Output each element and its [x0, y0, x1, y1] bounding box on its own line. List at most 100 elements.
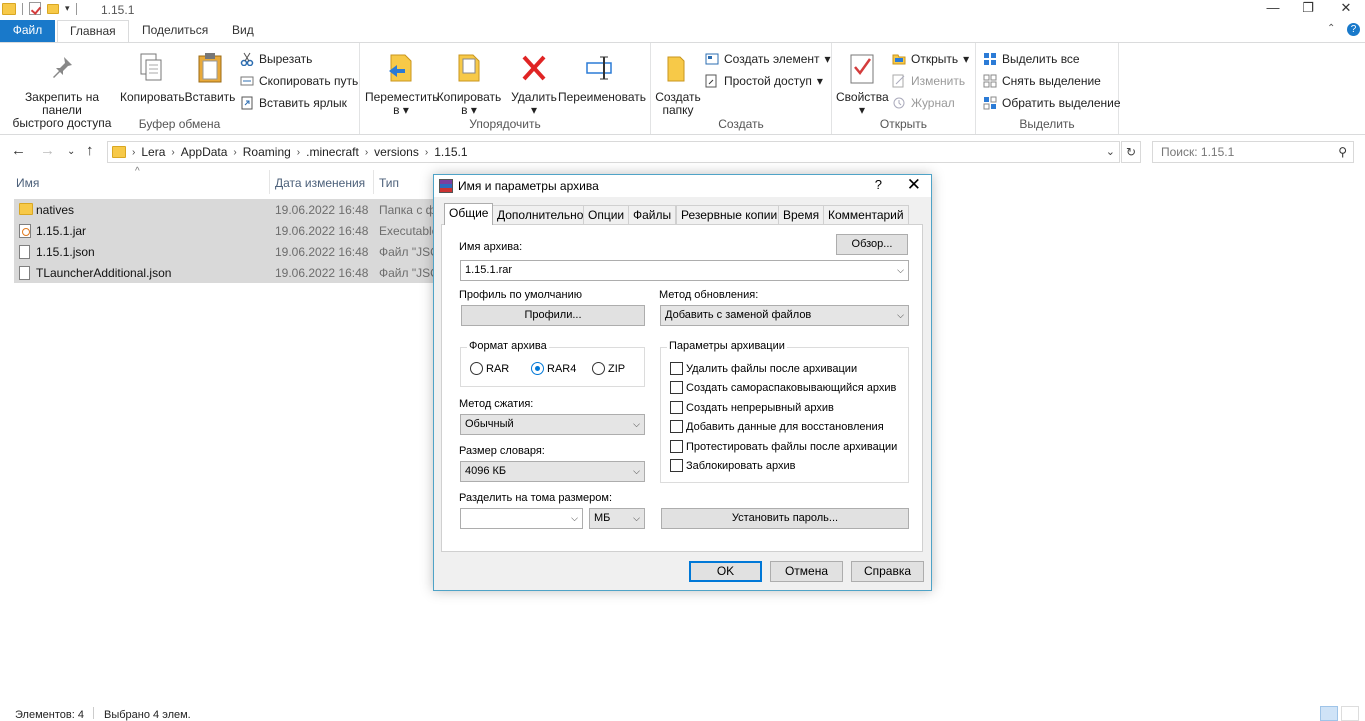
address-bar[interactable]: › Lera › AppData › Roaming › .minecraft …	[107, 141, 1120, 163]
new-folder-icon[interactable]	[47, 3, 59, 14]
breadcrumb-appdata[interactable]: AppData	[175, 145, 234, 159]
up-arrow-icon[interactable]: ↑	[86, 142, 94, 159]
jar-icon	[19, 224, 31, 241]
test-checkbox[interactable]: Протестировать файлы после архивации	[670, 440, 897, 453]
solid-checkbox[interactable]: Создать непрерывный архив	[670, 401, 834, 414]
properties-icon[interactable]	[29, 2, 41, 15]
browse-button[interactable]: Обзор...	[836, 234, 908, 255]
copy-to-button[interactable]: Копировать в ▾	[436, 47, 502, 117]
column-divider[interactable]	[373, 170, 374, 194]
tab-file[interactable]: Файл	[0, 20, 55, 42]
breadcrumb-lera[interactable]: Lera	[135, 145, 171, 159]
column-divider[interactable]	[269, 170, 270, 194]
split-volumes-input[interactable]: ⌵	[460, 508, 583, 529]
help-icon[interactable]: ?	[1347, 23, 1360, 36]
customize-toolbar-icon[interactable]: ▾	[65, 3, 70, 14]
column-type[interactable]: Тип	[379, 176, 399, 190]
dialog-tab-backup[interactable]: Резервные копии	[676, 205, 783, 225]
open-button[interactable]: Открыть ▾	[892, 50, 969, 68]
column-date[interactable]: Дата изменения	[275, 176, 365, 190]
chevron-down-icon[interactable]: ⌵	[897, 261, 904, 280]
file-row[interactable]: natives 19.06.2022 16:48 Папка с фа	[14, 199, 442, 220]
dialog-tab-advanced[interactable]: Дополнительно	[492, 205, 589, 225]
compression-method-label: Метод сжатия:	[459, 398, 534, 410]
split-volumes-label: Разделить на тома размером:	[459, 492, 613, 504]
set-password-button[interactable]: Установить пароль...	[661, 508, 909, 529]
recent-locations-icon[interactable]: ⌄	[67, 146, 75, 157]
chevron-down-icon[interactable]: ⌵	[897, 306, 904, 325]
back-arrow-icon[interactable]: ←	[11, 142, 26, 159]
profiles-button[interactable]: Профили...	[461, 305, 645, 326]
details-view-icon[interactable]	[1320, 706, 1338, 721]
format-rar-radio[interactable]: RAR	[470, 362, 509, 375]
copy-button[interactable]: Копировать	[120, 47, 185, 104]
invert-selection-button[interactable]: Обратить выделение	[983, 94, 1121, 112]
dialog-tab-general[interactable]: Общие	[444, 203, 494, 225]
breadcrumb-versions[interactable]: versions	[368, 145, 425, 159]
history-button[interactable]: Журнал	[892, 94, 955, 112]
column-name[interactable]: Имя	[16, 176, 39, 190]
copy-path-button[interactable]: Скопировать путь	[240, 72, 358, 90]
dialog-tab-time[interactable]: Время	[778, 205, 825, 225]
tab-home[interactable]: Главная	[57, 20, 129, 43]
dialog-tab-comment[interactable]: Комментарий	[823, 205, 909, 225]
recovery-checkbox[interactable]: Добавить данные для восстановления	[670, 420, 884, 433]
chevron-down-icon[interactable]: ⌵	[633, 462, 640, 481]
file-row[interactable]: 1.15.1.jar 19.06.2022 16:48 Executable	[14, 220, 438, 241]
breadcrumb-current[interactable]: 1.15.1	[428, 145, 473, 159]
tab-view[interactable]: Вид	[220, 20, 266, 42]
paste-shortcut-button[interactable]: Вставить ярлык	[240, 94, 347, 112]
edit-button[interactable]: Изменить	[892, 72, 965, 90]
chevron-down-icon[interactable]: ⌵	[633, 415, 640, 434]
breadcrumb-roaming[interactable]: Roaming	[237, 145, 297, 159]
archive-name-input[interactable]: 1.15.1.rar ⌵	[460, 260, 909, 281]
sfx-checkbox[interactable]: Создать самораспаковывающийся архив	[670, 381, 896, 394]
cut-button[interactable]: Вырезать	[240, 50, 312, 68]
delete-after-checkbox[interactable]: Удалить файлы после архивации	[670, 362, 857, 375]
chevron-down-icon[interactable]: ⌵	[571, 509, 578, 528]
file-row[interactable]: 1.15.1.json 19.06.2022 16:48 Файл "JSO	[14, 241, 439, 262]
breadcrumb-minecraft[interactable]: .minecraft	[300, 145, 365, 159]
move-to-button[interactable]: Переместить в ▾	[365, 47, 439, 117]
large-icons-view-icon[interactable]	[1341, 706, 1359, 721]
format-rar4-radio[interactable]: RAR4	[531, 362, 576, 375]
easy-access-button[interactable]: Простой доступ ▾	[705, 72, 823, 90]
update-method-select[interactable]: Добавить с заменой файлов ⌵	[660, 305, 909, 326]
chevron-down-icon[interactable]: ⌵	[633, 509, 640, 528]
minimize-button[interactable]: —	[1255, 0, 1291, 18]
paste-button[interactable]: Вставить	[184, 47, 236, 104]
help-button[interactable]: Справка	[851, 561, 924, 582]
cancel-button[interactable]: Отмена	[770, 561, 843, 582]
delete-icon	[518, 51, 550, 85]
select-all-button[interactable]: Выделить все	[983, 50, 1080, 68]
dictionary-size-select[interactable]: 4096 КБ ⌵	[460, 461, 645, 482]
new-folder-button[interactable]: Создать папку	[655, 47, 701, 117]
close-button[interactable]: ✕	[1328, 0, 1364, 18]
properties-button[interactable]: Свойства ▾	[836, 47, 889, 117]
file-row[interactable]: TLauncherAdditional.json 19.06.2022 16:4…	[14, 262, 439, 283]
format-zip-radio[interactable]: ZIP	[592, 362, 625, 375]
dialog-tab-options[interactable]: Опции	[583, 205, 630, 225]
lock-checkbox[interactable]: Заблокировать архив	[670, 459, 795, 472]
dialog-tab-files[interactable]: Файлы	[628, 205, 677, 225]
open-group-label: Открыть	[879, 117, 928, 131]
search-input[interactable]: Поиск: 1.15.1 ⚲	[1152, 141, 1354, 163]
select-none-button[interactable]: Снять выделение	[983, 72, 1101, 90]
dialog-help-button[interactable]: ?	[875, 177, 882, 192]
forward-arrow-icon[interactable]: →	[40, 142, 55, 159]
chevron-down-icon[interactable]: ⌄	[1106, 145, 1115, 158]
refresh-icon[interactable]: ↻	[1121, 141, 1141, 163]
compression-method-select[interactable]: Обычный ⌵	[460, 414, 645, 435]
maximize-button[interactable]: ❐	[1290, 0, 1326, 18]
file-name: natives	[36, 202, 75, 217]
ok-button[interactable]: OK	[689, 561, 762, 582]
new-item-icon	[705, 52, 719, 66]
search-icon[interactable]: ⚲	[1338, 142, 1347, 162]
rename-button[interactable]: Переименовать	[558, 47, 646, 104]
collapse-ribbon-icon[interactable]: ⌃	[1327, 23, 1335, 34]
new-item-button[interactable]: Создать элемент ▾	[705, 50, 831, 68]
split-unit-select[interactable]: МБ ⌵	[589, 508, 645, 529]
dialog-close-button[interactable]: ✕	[907, 175, 921, 195]
tab-share[interactable]: Поделиться	[130, 20, 220, 42]
delete-button[interactable]: Удалить ▾	[510, 47, 558, 117]
